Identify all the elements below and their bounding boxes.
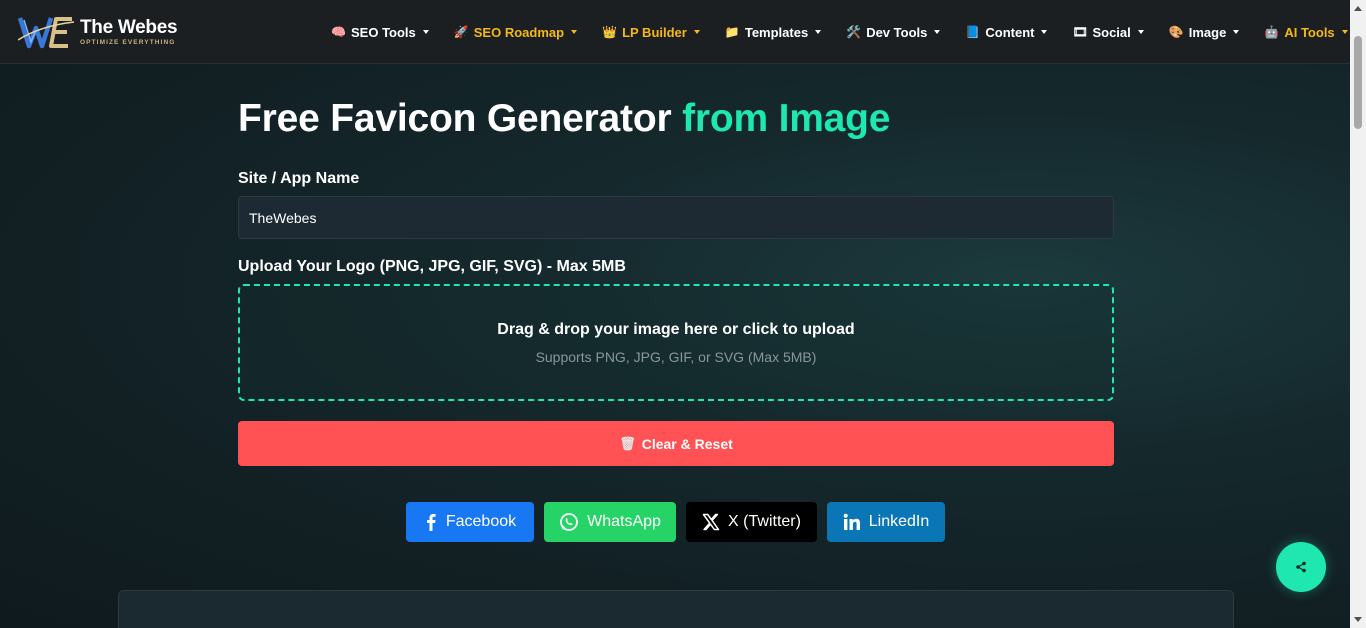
caret-down-icon — [422, 30, 429, 34]
results-card — [118, 590, 1234, 628]
dropzone-hint: Supports PNG, JPG, GIF, or SVG (Max 5MB) — [535, 349, 817, 365]
facebook-label: Facebook — [445, 513, 517, 530]
main-nav: 🧠 SEO Tools 🚀 SEO Roadmap 👑 LP Builder 📁 Tem… — [331, 0, 1348, 64]
nav-label: SEO Tools — [351, 24, 416, 40]
facebook-icon — [426, 514, 436, 531]
nav-label: Templates — [744, 24, 809, 40]
nav-content[interactable]: 📘 Content — [965, 24, 1048, 40]
nav-label: SEO Roadmap — [473, 24, 565, 40]
page-scrollbar[interactable] — [1350, 0, 1366, 628]
share-facebook-button[interactable]: Facebook — [406, 502, 534, 542]
title-accent: from Image — [682, 97, 891, 140]
nav-social[interactable]: 🎞 Social — [1072, 24, 1144, 40]
nav-dev-tools[interactable]: 🛠️ Dev Tools — [846, 24, 941, 40]
nav-templates[interactable]: 📁 Templates — [724, 24, 822, 40]
nav-ai-tools[interactable]: 🤖 AI Tools — [1264, 24, 1348, 40]
nav-label: Social — [1092, 24, 1131, 40]
nav-seo-roadmap[interactable]: 🚀 SEO Roadmap — [453, 24, 578, 40]
nav-label: Image — [1188, 24, 1227, 40]
caret-down-icon — [934, 30, 941, 34]
dropzone-title: Drag & drop your image here or click to … — [497, 321, 855, 338]
brain-icon: 🧠 — [331, 25, 346, 39]
trash-icon: 🗑 — [619, 435, 636, 451]
brand-logo[interactable]: The Webes OPTIMIZE EVERYTHING — [17, 14, 178, 50]
page-title: Free Favicon Generator from Image — [238, 97, 890, 141]
share-icon — [1296, 561, 1306, 573]
title-main: Free Favicon Generator — [238, 97, 683, 140]
tools-icon: 🛠️ — [846, 25, 862, 39]
caret-down-icon — [1341, 30, 1348, 34]
brand-tagline: OPTIMIZE EVERYTHING — [80, 39, 176, 46]
twitter-label: X (Twitter) — [728, 513, 801, 530]
scroll-up-arrow-icon[interactable] — [1354, 6, 1362, 11]
scrollbar-thumb[interactable] — [1354, 36, 1362, 129]
nav-seo-tools[interactable]: 🧠 SEO Tools — [331, 25, 429, 40]
scroll-down-arrow-icon[interactable] — [1354, 617, 1362, 622]
caret-down-icon — [1233, 30, 1240, 34]
webes-logo-icon — [17, 14, 76, 50]
rocket-icon: 🚀 — [453, 25, 469, 39]
share-linkedin-button[interactable]: LinkedIn — [827, 502, 945, 542]
caret-down-icon — [571, 30, 578, 34]
upload-dropzone[interactable]: Drag & drop your image here or click to … — [238, 284, 1114, 401]
nav-label: LP Builder — [622, 24, 687, 40]
caret-down-icon — [1041, 30, 1048, 34]
robot-icon: 🤖 — [1264, 25, 1280, 39]
folder-icon: 📁 — [724, 25, 740, 39]
caret-down-icon — [815, 30, 822, 34]
site-header: The Webes OPTIMIZE EVERYTHING 🧠 SEO Tools… — [0, 0, 1350, 64]
upload-label: Upload Your Logo (PNG, JPG, GIF, SVG) - … — [238, 258, 626, 275]
whatsapp-icon — [560, 513, 578, 531]
brand-name: The Webes — [80, 17, 178, 38]
linkedin-icon — [843, 513, 860, 530]
nav-label: Content — [985, 24, 1035, 40]
nav-label: AI Tools — [1284, 24, 1335, 40]
nav-lp-builder[interactable]: 👑 LP Builder — [602, 25, 700, 40]
share-twitter-button[interactable]: X (Twitter) — [686, 502, 817, 542]
nav-image[interactable]: 🎨 Image — [1169, 25, 1240, 40]
film-icon: 🎞 — [1072, 25, 1088, 39]
nav-label: Dev Tools — [866, 24, 928, 40]
caret-down-icon — [693, 30, 700, 34]
site-name-input[interactable] — [238, 196, 1114, 239]
book-icon: 📘 — [965, 25, 981, 39]
clear-reset-button[interactable]: 🗑 Clear & Reset — [238, 421, 1114, 466]
x-twitter-icon — [702, 513, 720, 531]
caret-down-icon — [1137, 30, 1144, 34]
palette-icon: 🎨 — [1168, 25, 1184, 39]
whatsapp-label: WhatsApp — [587, 513, 661, 530]
clear-reset-label: Clear & Reset — [641, 435, 733, 452]
share-whatsapp-button[interactable]: WhatsApp — [544, 502, 676, 542]
linkedin-label: LinkedIn — [868, 513, 930, 530]
crown-icon: 👑 — [602, 25, 618, 39]
floating-share-button[interactable] — [1276, 542, 1326, 592]
site-name-label: Site / App Name — [238, 170, 360, 187]
